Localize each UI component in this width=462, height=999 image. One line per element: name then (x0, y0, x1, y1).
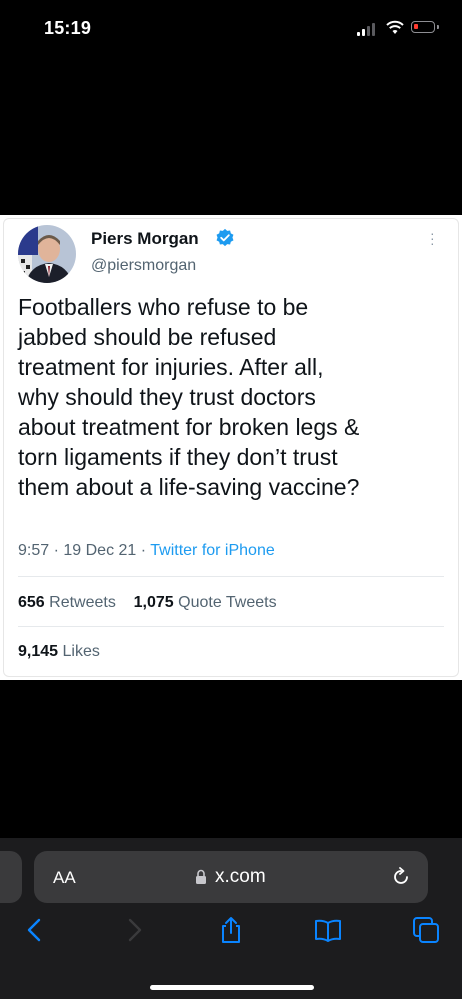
quote-tweets-label: Quote Tweets (178, 594, 277, 611)
status-time: 15:19 (44, 18, 92, 38)
avatar[interactable] (18, 225, 76, 283)
tweet-text: Footballers who refuse to be jabbed shou… (18, 294, 360, 500)
back-icon[interactable] (20, 915, 50, 945)
forward-icon[interactable] (119, 915, 149, 945)
address-bar[interactable]: AA x.com (34, 851, 428, 903)
home-indicator[interactable] (150, 985, 314, 990)
tabs-icon[interactable] (411, 915, 441, 945)
divider (18, 626, 444, 627)
tweet-date[interactable]: 19 Dec 21 (63, 542, 136, 559)
retweets-link[interactable]: 656 Retweets (18, 594, 116, 611)
tweet-source[interactable]: Twitter for iPhone (150, 542, 275, 559)
previous-tab-edge[interactable] (0, 851, 22, 903)
text-size-button[interactable]: AA (53, 868, 76, 888)
author-handle[interactable]: @piersmorgan (91, 257, 196, 275)
wifi-icon (386, 20, 404, 34)
reload-icon[interactable] (390, 866, 412, 888)
likes-label: Likes (62, 643, 100, 660)
quote-tweets-count: 1,075 (133, 594, 174, 611)
share-icon[interactable] (216, 915, 246, 945)
more-icon[interactable]: · · · (430, 226, 435, 250)
tweet-card[interactable]: Piers Morgan @piersmorgan · · · Footballer… (0, 215, 462, 680)
retweets-label: Retweets (49, 594, 116, 611)
browser-chrome: AA x.com (0, 838, 462, 999)
signal-icon (357, 22, 377, 36)
tweet-meta: 9:57 · 19 Dec 21 · Twitter for iPhone (18, 542, 275, 560)
url-text[interactable]: x.com (215, 866, 266, 888)
quote-tweets-link[interactable]: 1,075 Quote Tweets (134, 594, 277, 611)
bookmarks-icon[interactable] (313, 915, 343, 945)
likes-count: 9,145 (18, 643, 59, 660)
meta-separator: · (53, 542, 64, 559)
battery-icon (411, 21, 439, 33)
likes-link[interactable]: 9,145 Likes (18, 643, 100, 661)
divider (18, 576, 444, 577)
author-name[interactable]: Piers Morgan (91, 229, 199, 249)
verified-badge-icon (216, 228, 234, 247)
tweet-time[interactable]: 9:57 (18, 542, 49, 559)
lock-icon (196, 869, 206, 884)
meta-separator: · (140, 542, 151, 559)
retweets-count: 656 (18, 594, 45, 611)
engagement-stats: 656 Retweets 1,075 Quote Tweets (18, 594, 277, 612)
